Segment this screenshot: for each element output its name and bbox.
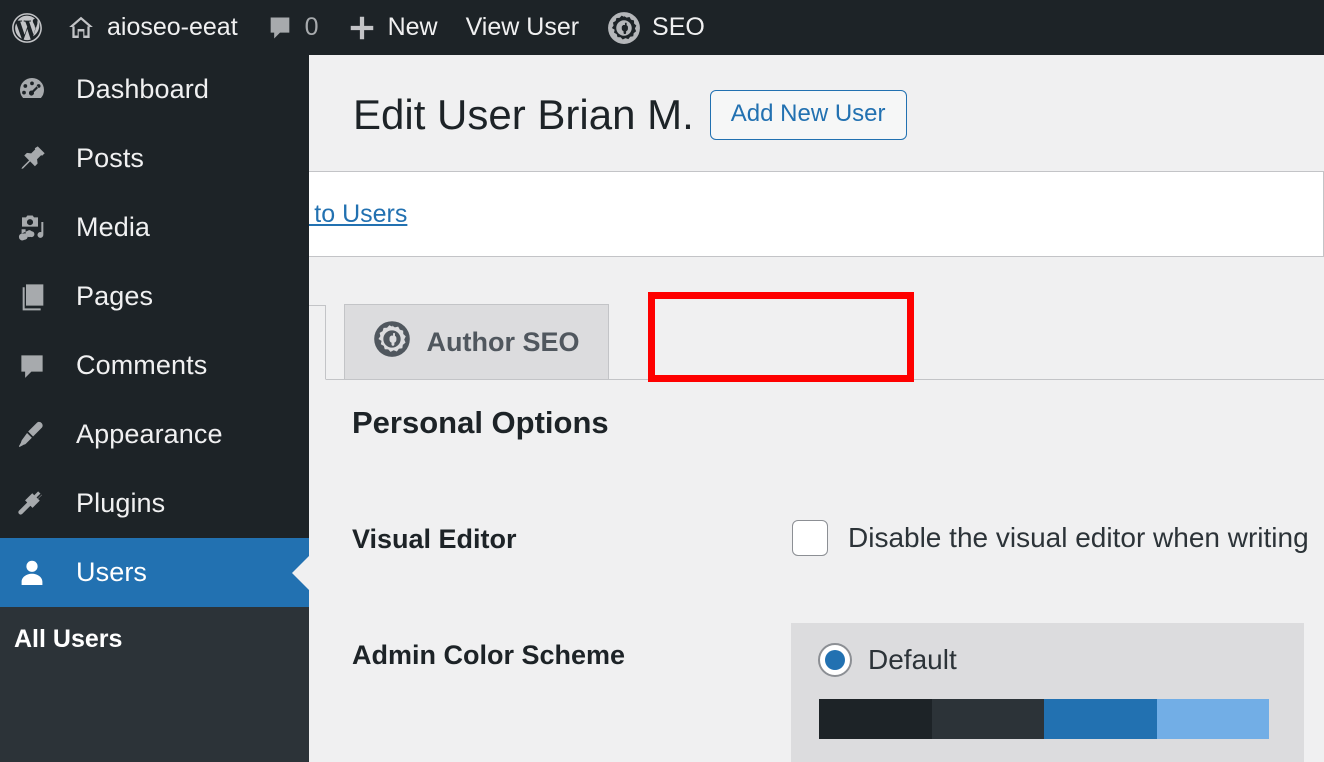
admin-bar-seo-label: SEO xyxy=(652,13,705,42)
media-camera-music-icon xyxy=(10,212,54,244)
plus-icon xyxy=(347,13,377,43)
sidebar-subitem-all-users[interactable]: All Users xyxy=(0,621,309,658)
admin-sidebar-menu: Dashboard Posts Media xyxy=(0,55,309,762)
sidebar-item-pages[interactable]: Pages xyxy=(0,262,309,331)
sidebar-item-plugins[interactable]: Plugins xyxy=(0,469,309,538)
sidebar-item-appearance[interactable]: Appearance xyxy=(0,400,309,469)
personal-options-section-heading: Personal Options xyxy=(352,405,609,441)
sidebar-item-label: Dashboard xyxy=(76,74,209,105)
color-swatch-1 xyxy=(819,699,932,739)
sidebar-item-comments[interactable]: Comments xyxy=(0,331,309,400)
aioseo-gear-icon xyxy=(607,11,641,45)
sidebar-item-label: Users xyxy=(76,557,147,588)
admin-bar-view-user-label: View User xyxy=(466,13,579,42)
sidebar-item-label: Media xyxy=(76,212,150,243)
admin-bar-comment-count: 0 xyxy=(305,13,319,42)
sidebar-item-media[interactable]: Media xyxy=(0,193,309,262)
color-scheme-default-option[interactable]: Default xyxy=(791,623,1304,762)
admin-bar-site-name[interactable]: aioseo-eeat xyxy=(52,0,252,55)
admin-bar-view-user[interactable]: View User xyxy=(452,0,593,55)
color-scheme-default-radio[interactable] xyxy=(818,643,852,677)
add-new-user-button[interactable]: Add New User xyxy=(710,90,907,140)
admin-bar-wordpress-logo[interactable] xyxy=(0,0,52,55)
dashboard-gauge-icon xyxy=(10,74,54,106)
user-person-icon xyxy=(10,557,54,589)
admin-color-scheme-label: Admin Color Scheme xyxy=(352,636,792,671)
sidebar-item-dashboard[interactable]: Dashboard xyxy=(0,55,309,124)
disable-visual-editor-checkbox[interactable] xyxy=(792,520,828,556)
sidebar-item-label: Plugins xyxy=(76,488,165,519)
wordpress-logo-icon xyxy=(10,11,44,45)
admin-bar-seo[interactable]: SEO xyxy=(593,0,719,55)
color-swatch-2 xyxy=(932,699,1045,739)
sidebar-item-label: Comments xyxy=(76,350,207,381)
page-title: Edit User Brian M. xyxy=(353,92,694,138)
aioseo-gear-icon xyxy=(373,320,411,365)
page-header: Edit User Brian M. Add New User xyxy=(309,55,1324,140)
admin-bar-new-label: New xyxy=(388,13,438,42)
sidebar-item-users[interactable]: Users xyxy=(0,538,309,607)
pushpin-icon xyxy=(10,143,54,175)
comment-bubble-icon xyxy=(10,351,54,381)
sidebar-item-posts[interactable]: Posts xyxy=(0,124,309,193)
sidebar-subitem-label: All Users xyxy=(14,625,122,653)
sidebar-item-label: Pages xyxy=(76,281,153,312)
radio-selected-dot xyxy=(825,650,845,670)
plug-icon xyxy=(10,488,54,520)
sidebar-submenu-users: All Users xyxy=(0,607,309,762)
admin-bar-comments[interactable]: 0 xyxy=(252,0,333,55)
paintbrush-icon xyxy=(10,419,54,451)
form-row-visual-editor: Visual Editor Disable the visual editor … xyxy=(352,520,1309,556)
sidebar-item-label: Appearance xyxy=(76,419,223,450)
admin-bar: aioseo-eeat 0 New View User xyxy=(0,0,1324,55)
visual-editor-label: Visual Editor xyxy=(352,520,792,555)
color-scheme-default-label: Default xyxy=(868,644,957,676)
admin-bar-site-name-label: aioseo-eeat xyxy=(107,13,238,42)
color-swatch-3 xyxy=(1044,699,1157,739)
sidebar-item-label: Posts xyxy=(76,143,144,174)
form-row-admin-color-scheme: Admin Color Scheme xyxy=(352,636,792,671)
tab-label: Author SEO xyxy=(427,327,580,358)
pages-document-icon xyxy=(10,281,54,313)
color-scheme-radio-line: Default xyxy=(818,643,1277,677)
admin-bar-new-content[interactable]: New xyxy=(333,0,452,55)
home-icon xyxy=(66,13,96,43)
comment-bubble-icon xyxy=(266,14,294,42)
disable-visual-editor-label: Disable the visual editor when writing xyxy=(848,522,1309,554)
color-swatch-4 xyxy=(1157,699,1270,739)
visual-editor-field: Disable the visual editor when writing xyxy=(792,520,1309,556)
color-scheme-swatches xyxy=(818,698,1270,740)
tab-author-seo[interactable]: Author SEO xyxy=(344,304,609,379)
wp-admin-screen: aioseo-eeat 0 New View User xyxy=(0,0,1324,762)
